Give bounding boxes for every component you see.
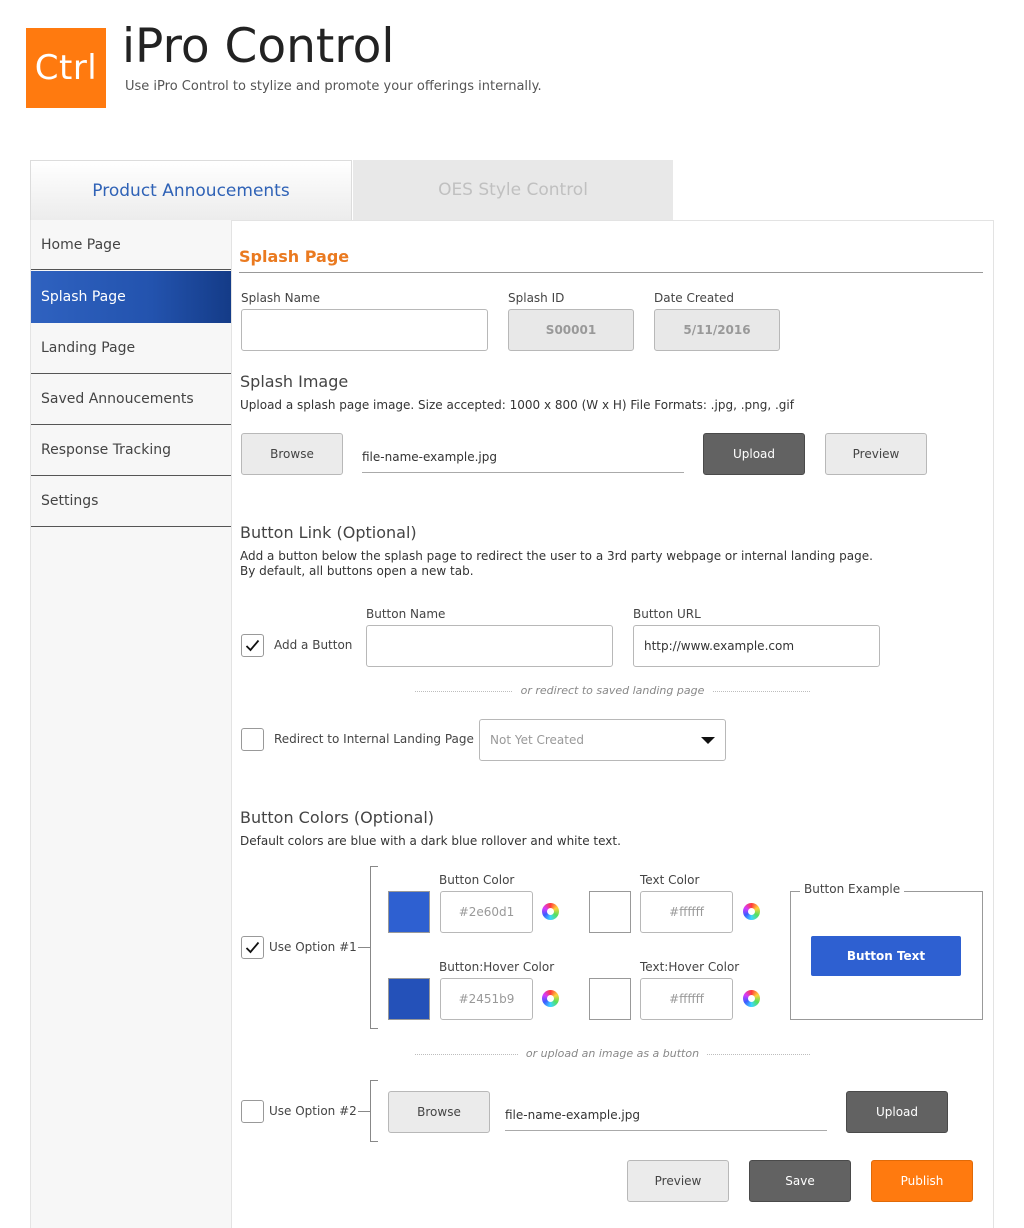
- checkmark-icon: [245, 639, 260, 652]
- chevron-down-icon: [701, 736, 715, 744]
- sidebar-item-home-page[interactable]: Home Page: [31, 220, 232, 270]
- button-example-legend: Button Example: [800, 882, 905, 896]
- text-color-input[interactable]: #ffffff: [640, 891, 733, 933]
- file-name-field-option2[interactable]: file-name-example.jpg: [505, 1091, 827, 1131]
- text-hover-color-input[interactable]: #ffffff: [640, 978, 733, 1020]
- button-colors-heading: Button Colors (Optional): [240, 808, 435, 827]
- button-color-swatch[interactable]: [388, 891, 430, 933]
- section-title: Splash Page: [239, 247, 350, 266]
- text-color-label: Text Color: [640, 873, 700, 887]
- preview-image-button[interactable]: Preview: [825, 433, 927, 475]
- sidebar-item-saved-announcements[interactable]: Saved Annoucements: [31, 374, 232, 425]
- sidebar-item-settings[interactable]: Settings: [31, 476, 232, 527]
- option1-label: Use Option #1: [269, 940, 357, 954]
- button-url-input[interactable]: http://www.example.com: [633, 625, 880, 667]
- upload-button[interactable]: Upload: [703, 433, 805, 475]
- button-url-label: Button URL: [633, 607, 701, 621]
- text-hover-color-swatch[interactable]: [589, 978, 631, 1020]
- option1-checkbox[interactable]: [241, 936, 264, 959]
- splash-id-field: S00001: [508, 309, 634, 351]
- button-colors-description: Default colors are blue with a dark blue…: [240, 834, 621, 848]
- connector-line: [358, 947, 370, 948]
- color-wheel-icon[interactable]: [743, 903, 760, 920]
- text-color-swatch[interactable]: [589, 891, 631, 933]
- redirect-label: Redirect to Internal Landing Page: [274, 732, 474, 746]
- hover-color-input[interactable]: #2451b9: [440, 978, 533, 1020]
- sidebar-item-landing-page[interactable]: Landing Page: [31, 323, 232, 374]
- color-wheel-icon[interactable]: [542, 990, 559, 1007]
- upload-button-option2[interactable]: Upload: [846, 1091, 948, 1133]
- button-name-input[interactable]: [366, 625, 613, 667]
- button-color-label: Button Color: [439, 873, 515, 887]
- example-button: Button Text: [811, 936, 961, 976]
- browse-button[interactable]: Browse: [241, 433, 343, 475]
- connector-line: [358, 1111, 370, 1112]
- splash-name-input[interactable]: [241, 309, 488, 351]
- upload-image-divider: or upload an image as a button: [415, 1047, 810, 1060]
- text-hover-color-label: Text:Hover Color: [640, 960, 740, 974]
- add-button-label: Add a Button: [274, 638, 353, 652]
- date-created-label: Date Created: [654, 291, 734, 305]
- option1-bracket: [370, 866, 378, 1029]
- button-name-label: Button Name: [366, 607, 446, 621]
- upload-image-divider-text: or upload an image as a button: [517, 1047, 708, 1060]
- sidebar-item-splash-page[interactable]: Splash Page: [31, 271, 232, 323]
- browse-button-option2[interactable]: Browse: [388, 1091, 490, 1133]
- button-link-description-1: Add a button below the splash page to re…: [240, 549, 873, 563]
- option2-checkbox[interactable]: [241, 1100, 264, 1123]
- sidebar-item-response-tracking[interactable]: Response Tracking: [31, 425, 232, 476]
- button-color-input[interactable]: #2e60d1: [440, 891, 533, 933]
- redirect-divider-text: or redirect to saved landing page: [512, 684, 713, 697]
- redirect-divider: or redirect to saved landing page: [415, 684, 810, 697]
- button-link-heading: Button Link (Optional): [240, 523, 417, 542]
- option2-label: Use Option #2: [269, 1104, 357, 1118]
- redirect-checkbox[interactable]: [241, 728, 264, 751]
- landing-page-select[interactable]: Not Yet Created: [479, 719, 726, 761]
- splash-name-label: Splash Name: [241, 291, 320, 305]
- section-divider: [239, 272, 983, 273]
- button-link-description-2: By default, all buttons open a new tab.: [240, 564, 474, 578]
- save-button[interactable]: Save: [749, 1160, 851, 1202]
- tab-oes-style-control[interactable]: OES Style Control: [353, 160, 673, 220]
- date-created-field: 5/11/2016: [654, 309, 780, 351]
- app-subtitle: Use iPro Control to stylize and promote …: [125, 79, 542, 94]
- color-wheel-icon[interactable]: [743, 990, 760, 1007]
- hover-color-swatch[interactable]: [388, 978, 430, 1020]
- sidebar: Home Page Splash Page Landing Page Saved…: [30, 220, 232, 1228]
- landing-page-select-value: Not Yet Created: [490, 733, 584, 747]
- splash-id-label: Splash ID: [508, 291, 565, 305]
- add-button-checkbox[interactable]: [241, 634, 264, 657]
- option2-bracket: [370, 1080, 378, 1142]
- app-logo: Ctrl: [26, 28, 106, 108]
- app-title: iPro Control: [122, 19, 395, 74]
- publish-button[interactable]: Publish: [871, 1160, 973, 1202]
- splash-image-description: Upload a splash page image. Size accepte…: [240, 398, 794, 412]
- color-wheel-icon[interactable]: [542, 903, 559, 920]
- preview-button[interactable]: Preview: [627, 1160, 729, 1202]
- splash-image-heading: Splash Image: [240, 372, 349, 391]
- hover-color-label: Button:Hover Color: [439, 960, 555, 974]
- checkmark-icon: [245, 941, 260, 954]
- tab-product-announcements[interactable]: Product Annoucements: [30, 160, 352, 220]
- file-name-field[interactable]: file-name-example.jpg: [362, 433, 684, 473]
